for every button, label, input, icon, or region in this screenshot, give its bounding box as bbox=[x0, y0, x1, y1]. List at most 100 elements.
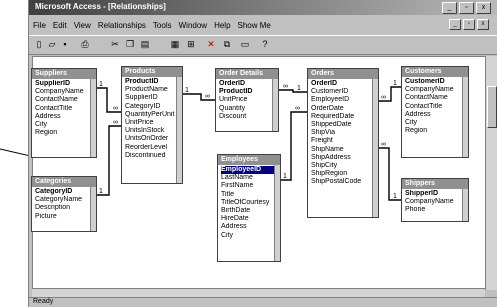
field-item[interactable]: ShipVia bbox=[311, 129, 378, 137]
new-icon[interactable]: ▯ bbox=[33, 39, 45, 50]
print-icon[interactable]: ⎙ bbox=[79, 39, 91, 50]
menu-help[interactable]: Help bbox=[214, 21, 230, 30]
menu-relationships[interactable]: Relationships bbox=[98, 21, 146, 30]
table-title[interactable]: Products bbox=[122, 67, 182, 77]
table-title[interactable]: Customers bbox=[402, 67, 468, 77]
field-item[interactable]: ContactTitle bbox=[35, 105, 96, 113]
field-item[interactable]: HireDate bbox=[221, 215, 280, 223]
table-products[interactable]: Products ProductID ProductName SupplierI… bbox=[121, 66, 183, 184]
field-item[interactable]: BirthDate bbox=[221, 207, 280, 215]
table-employees[interactable]: Employees EmployeeID LastName FirstName … bbox=[217, 154, 281, 262]
show-table-icon[interactable]: ▦ bbox=[169, 39, 181, 50]
menu-window[interactable]: Window bbox=[179, 21, 207, 30]
table-order-details[interactable]: Order Details OrderID ProductID UnitPric… bbox=[215, 68, 279, 132]
field-item[interactable]: City bbox=[35, 121, 96, 129]
field-item[interactable]: ProductID bbox=[219, 88, 278, 96]
field-item[interactable]: LastName bbox=[221, 174, 280, 182]
field-item[interactable]: Quantity bbox=[219, 105, 278, 113]
field-item[interactable]: ShipRegion bbox=[311, 170, 378, 178]
field-item[interactable]: FirstName bbox=[221, 182, 280, 190]
relationships-icon[interactable]: ⧉ bbox=[221, 39, 233, 50]
field-item[interactable]: Region bbox=[405, 127, 468, 135]
horizontal-scrollbar[interactable] bbox=[32, 288, 485, 297]
field-item[interactable]: TitleOfCourtesy bbox=[221, 199, 280, 207]
field-item[interactable]: ContactName bbox=[405, 94, 468, 102]
delete-icon[interactable]: ✕ bbox=[205, 39, 217, 50]
menu-view[interactable]: View bbox=[74, 21, 91, 30]
field-item[interactable]: CompanyName bbox=[405, 198, 468, 206]
doc-minimize-button[interactable]: _ bbox=[449, 19, 461, 30]
field-item[interactable]: CustomerID bbox=[405, 78, 468, 86]
table-categories[interactable]: Categories CategoryID CategoryName Descr… bbox=[31, 176, 97, 232]
field-item[interactable]: QuantityPerUnit bbox=[125, 111, 182, 119]
field-item[interactable]: CategoryID bbox=[125, 103, 182, 111]
minimize-button[interactable]: _ bbox=[442, 2, 457, 14]
doc-close-button[interactable]: x bbox=[477, 19, 489, 30]
field-item[interactable]: SupplierID bbox=[35, 80, 96, 88]
new-object-icon[interactable]: ▭ bbox=[239, 39, 251, 50]
field-item[interactable]: ShipperID bbox=[405, 190, 468, 198]
paste-icon[interactable]: ▤ bbox=[139, 39, 151, 50]
field-item[interactable]: OrderID bbox=[311, 80, 378, 88]
doc-maximize-button[interactable]: ▫ bbox=[463, 19, 475, 30]
table-title[interactable]: Suppliers bbox=[32, 69, 96, 79]
table-shippers[interactable]: Shippers ShipperID CompanyName Phone bbox=[401, 178, 469, 222]
menu-file[interactable]: File bbox=[33, 21, 46, 30]
field-item[interactable]: CompanyName bbox=[405, 86, 468, 94]
field-item[interactable]: Discontinued bbox=[125, 152, 182, 160]
cut-icon[interactable]: ✂ bbox=[109, 39, 121, 50]
field-item[interactable]: UnitsInStock bbox=[125, 127, 182, 135]
close-button[interactable]: x bbox=[476, 2, 491, 14]
field-item[interactable]: ProductID bbox=[125, 78, 182, 86]
field-item[interactable]: ShipPostalCode bbox=[311, 178, 378, 186]
field-item[interactable]: City bbox=[221, 232, 280, 240]
maximize-button[interactable]: ▫ bbox=[459, 2, 474, 14]
field-item[interactable]: ContactTitle bbox=[405, 103, 468, 111]
field-item[interactable]: EmployeeID bbox=[311, 96, 378, 104]
field-item[interactable]: City bbox=[405, 119, 468, 127]
field-item[interactable]: ShippedDate bbox=[311, 121, 378, 129]
open-icon[interactable]: ▱ bbox=[46, 39, 58, 50]
table-title[interactable]: Categories bbox=[32, 177, 96, 187]
field-item[interactable]: OrderDate bbox=[311, 105, 378, 113]
table-orders[interactable]: Orders OrderID CustomerID EmployeeID Ord… bbox=[307, 68, 379, 218]
field-item[interactable]: Address bbox=[405, 111, 468, 119]
field-item[interactable]: OrderID bbox=[219, 80, 278, 88]
field-item[interactable]: ProductName bbox=[125, 86, 182, 94]
field-item[interactable]: Description bbox=[35, 204, 96, 212]
field-item[interactable]: Freight bbox=[311, 137, 378, 145]
field-item[interactable]: ShipName bbox=[311, 146, 378, 154]
field-item[interactable]: CategoryName bbox=[35, 196, 96, 204]
field-item[interactable]: SupplierID bbox=[125, 94, 182, 102]
field-item[interactable]: CategoryID bbox=[35, 188, 96, 196]
vertical-scrollbar[interactable] bbox=[485, 56, 497, 290]
field-item[interactable]: Phone bbox=[405, 206, 468, 214]
menu-show-me[interactable]: Show Me bbox=[238, 21, 271, 30]
table-title[interactable]: Shippers bbox=[402, 179, 468, 189]
field-item[interactable]: ShipAddress bbox=[311, 154, 378, 162]
field-item[interactable]: Address bbox=[221, 223, 280, 231]
menu-tools[interactable]: Tools bbox=[153, 21, 172, 30]
help-icon[interactable]: ? bbox=[259, 39, 271, 50]
field-item[interactable]: RequiredDate bbox=[311, 113, 378, 121]
table-title[interactable]: Employees bbox=[218, 155, 280, 165]
copy-icon[interactable]: ❐ bbox=[124, 39, 136, 50]
table-customers[interactable]: Customers CustomerID CompanyName Contact… bbox=[401, 66, 469, 158]
field-item[interactable]: ContactName bbox=[35, 96, 96, 104]
field-item[interactable]: CustomerID bbox=[311, 88, 378, 96]
menu-edit[interactable]: Edit bbox=[53, 21, 67, 30]
field-item[interactable]: Title bbox=[221, 191, 280, 199]
field-item[interactable]: UnitsOnOrder bbox=[125, 135, 182, 143]
field-item[interactable]: ShipCity bbox=[311, 162, 378, 170]
field-item[interactable]: Picture bbox=[35, 213, 96, 221]
table-title[interactable]: Orders bbox=[308, 69, 378, 79]
table-title[interactable]: Order Details bbox=[216, 69, 278, 79]
field-item[interactable]: CompanyName bbox=[35, 88, 96, 96]
field-item[interactable]: Address bbox=[35, 113, 96, 121]
field-item[interactable]: Region bbox=[35, 129, 96, 137]
show-relationships-icon[interactable]: ⊞ bbox=[185, 39, 197, 50]
field-item[interactable]: ReorderLevel bbox=[125, 144, 182, 152]
field-item[interactable]: Discount bbox=[219, 113, 278, 121]
save-icon[interactable]: ▪ bbox=[59, 39, 71, 50]
scroll-thumb[interactable] bbox=[487, 86, 497, 128]
